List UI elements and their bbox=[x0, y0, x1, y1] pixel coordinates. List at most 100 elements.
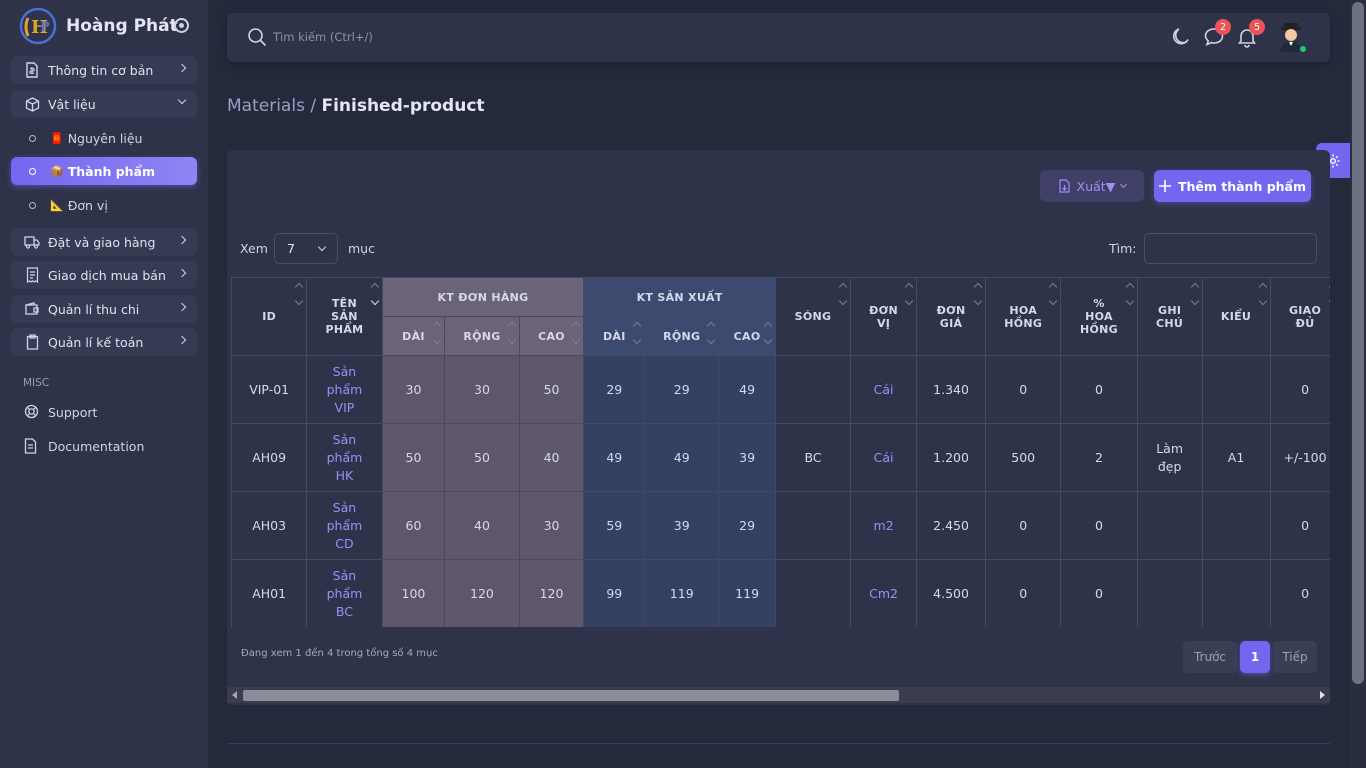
avatar[interactable] bbox=[1277, 21, 1307, 53]
cell-id: AH01 bbox=[231, 559, 308, 627]
add-product-button[interactable]: Thêm thành phẩm bbox=[1154, 170, 1311, 202]
column-header-commission[interactable]: HOA HỒNG bbox=[985, 277, 1062, 356]
table-horizontal-scrollbar[interactable] bbox=[227, 687, 1330, 703]
column-header-prod-width[interactable]: RỘNG bbox=[644, 316, 720, 356]
cell-commission: 500 bbox=[985, 423, 1062, 492]
table-row: VIP-01 Sản phẩm VIP 30 30 50 29 29 49 Cái 1.340 0 0… bbox=[231, 355, 1330, 424]
cell-prod-width: 119 bbox=[644, 559, 720, 627]
file-export-icon bbox=[1059, 179, 1070, 193]
column-header-name[interactable]: TÊN SẢN PHẨM bbox=[306, 277, 383, 356]
column-header-order-width[interactable]: RỘNG bbox=[444, 316, 520, 356]
moon-icon[interactable] bbox=[1170, 26, 1192, 48]
column-header-unit[interactable]: ĐƠN VỊ bbox=[850, 277, 918, 356]
products-card: Xuất▼ Thêm thành phẩm Xem 7 mục Tìm: ID bbox=[227, 150, 1330, 705]
column-header-delivered[interactable]: GIAO ĐỦ bbox=[1269, 277, 1330, 356]
cell-prod-length: 59 bbox=[583, 491, 646, 560]
pagination-prev-button[interactable]: Trước bbox=[1183, 641, 1237, 673]
column-header-note[interactable]: GHI CHÚ bbox=[1136, 277, 1203, 356]
entries-per-page-value: 7 bbox=[287, 241, 295, 256]
cell-note bbox=[1136, 559, 1203, 627]
search-icon[interactable] bbox=[247, 27, 267, 47]
column-header-prod-height[interactable]: CAO bbox=[718, 316, 776, 356]
cell-order-width: 50 bbox=[444, 423, 520, 492]
entries-per-page-select[interactable]: 7 bbox=[274, 233, 338, 264]
sidebar-subitem-label: Đơn vị bbox=[67, 197, 108, 213]
cell-order-length: 60 bbox=[381, 491, 446, 560]
cell-commission: 0 bbox=[985, 355, 1062, 424]
table-search-label: Tìm: bbox=[1109, 241, 1137, 256]
cell-delivered: 0 bbox=[1269, 559, 1330, 627]
sidebar-subitem-raw-materials[interactable]: 🧧 Nguyên liệu bbox=[11, 124, 197, 152]
cell-prod-height: 49 bbox=[718, 355, 776, 424]
chevron-down-icon bbox=[317, 242, 327, 252]
cell-product-name[interactable]: Sản phẩm BC bbox=[306, 559, 383, 627]
sidebar-item-label: Thông tin cơ bản bbox=[48, 62, 154, 78]
sidebar-item-materials[interactable]: Vật liệu bbox=[11, 90, 197, 118]
sidebar-item-income-expense[interactable]: Quản lí thu chi bbox=[11, 295, 197, 323]
cell-prod-height: 119 bbox=[718, 559, 776, 627]
cell-product-name[interactable]: Sản phẩm VIP bbox=[306, 355, 383, 424]
sidebar-item-label: Vật liệu bbox=[48, 96, 96, 112]
sidebar-item-label: Đặt và giao hàng bbox=[48, 234, 156, 250]
breadcrumb-parent[interactable]: Materials / bbox=[227, 96, 316, 116]
cell-unit[interactable]: Cái bbox=[850, 355, 918, 424]
horizontal-scrollbar-thumb[interactable] bbox=[243, 690, 899, 701]
cell-note bbox=[1136, 355, 1203, 424]
search-input[interactable]: Tìm kiếm (Ctrl+/) bbox=[273, 30, 373, 44]
export-button[interactable]: Xuất▼ bbox=[1040, 170, 1144, 202]
sidebar-subitem-units[interactable]: 📐 Đơn vị bbox=[11, 191, 197, 219]
sidebar-item-transactions[interactable]: Giao dịch mua bán bbox=[11, 261, 197, 289]
sidebar-item-documentation[interactable]: Documentation bbox=[11, 432, 197, 460]
cell-prod-length: 49 bbox=[583, 423, 646, 492]
cell-order-height: 30 bbox=[518, 491, 585, 560]
page-scrollbar-thumb[interactable] bbox=[1352, 2, 1364, 684]
export-label: Xuất▼ bbox=[1076, 178, 1116, 194]
cell-note: Làm đẹp bbox=[1136, 423, 1203, 492]
cell-unit[interactable]: Cái bbox=[850, 423, 918, 492]
cell-commission-pct: 0 bbox=[1060, 355, 1138, 424]
page-scrollbar[interactable] bbox=[1350, 0, 1366, 768]
sidebar-item-support[interactable]: Support bbox=[11, 398, 197, 426]
footer-divider bbox=[227, 743, 1330, 744]
pagination-page-1[interactable]: 1 bbox=[1240, 641, 1270, 673]
pagination-next-button[interactable]: Tiếp bbox=[1273, 641, 1317, 673]
sidebar-toggle-icon[interactable] bbox=[174, 18, 189, 33]
chevron-right-icon bbox=[177, 268, 187, 278]
brand[interactable]: H P Hoàng Phát bbox=[18, 7, 189, 45]
table-search-input[interactable] bbox=[1144, 233, 1317, 264]
column-header-unit-price[interactable]: ĐƠN GIÁ bbox=[916, 277, 987, 356]
wallet-icon bbox=[24, 301, 40, 317]
cell-commission-pct: 0 bbox=[1060, 491, 1138, 560]
sidebar-item-accounting[interactable]: Quản lí kế toán bbox=[11, 328, 197, 356]
column-header-order-height[interactable]: CAO bbox=[518, 316, 585, 356]
cell-type bbox=[1201, 491, 1271, 560]
scroll-right-arrow-icon[interactable] bbox=[1320, 691, 1325, 699]
cell-unit[interactable]: m2 bbox=[850, 491, 918, 560]
cell-delivered: 0 bbox=[1269, 355, 1330, 424]
column-header-prod-length[interactable]: DÀI bbox=[583, 316, 646, 356]
notification-badge: 5 bbox=[1249, 19, 1265, 35]
cell-song bbox=[774, 355, 852, 424]
sidebar: H P Hoàng Phát Thông tin cơ bản Vật liệu… bbox=[0, 0, 208, 768]
show-entries-label: Xem bbox=[240, 241, 268, 256]
cell-product-name[interactable]: Sản phẩm HK bbox=[306, 423, 383, 492]
column-header-type[interactable]: KIỂU bbox=[1201, 277, 1271, 356]
chat-badge: 2 bbox=[1215, 19, 1231, 35]
sidebar-subitem-finished-products[interactable]: 📦 Thành phẩm bbox=[11, 157, 197, 185]
breadcrumb: Materials / Finished-product bbox=[227, 96, 485, 116]
sidebar-item-basic-info[interactable]: Thông tin cơ bản bbox=[11, 56, 197, 84]
table-row: AH03 Sản phẩm CD 60 40 30 59 39 29 m2 2.450 0 0 0 bbox=[231, 491, 1330, 560]
truck-icon bbox=[24, 234, 40, 250]
column-header-order-length[interactable]: DÀI bbox=[381, 316, 446, 356]
column-header-id[interactable]: ID bbox=[231, 277, 308, 356]
cell-id: AH03 bbox=[231, 491, 308, 560]
online-status-dot bbox=[1299, 45, 1307, 53]
page-title: Finished-product bbox=[321, 96, 485, 116]
cell-unit[interactable]: Cm2 bbox=[850, 559, 918, 627]
column-header-song[interactable]: SÓNG bbox=[774, 277, 852, 356]
chevron-right-icon bbox=[177, 335, 187, 345]
cell-product-name[interactable]: Sản phẩm CD bbox=[306, 491, 383, 560]
column-header-commission-pct[interactable]: % HOA HỒNG bbox=[1060, 277, 1138, 356]
sidebar-item-orders-delivery[interactable]: Đặt và giao hàng bbox=[11, 228, 197, 256]
scroll-left-arrow-icon[interactable] bbox=[232, 691, 237, 699]
